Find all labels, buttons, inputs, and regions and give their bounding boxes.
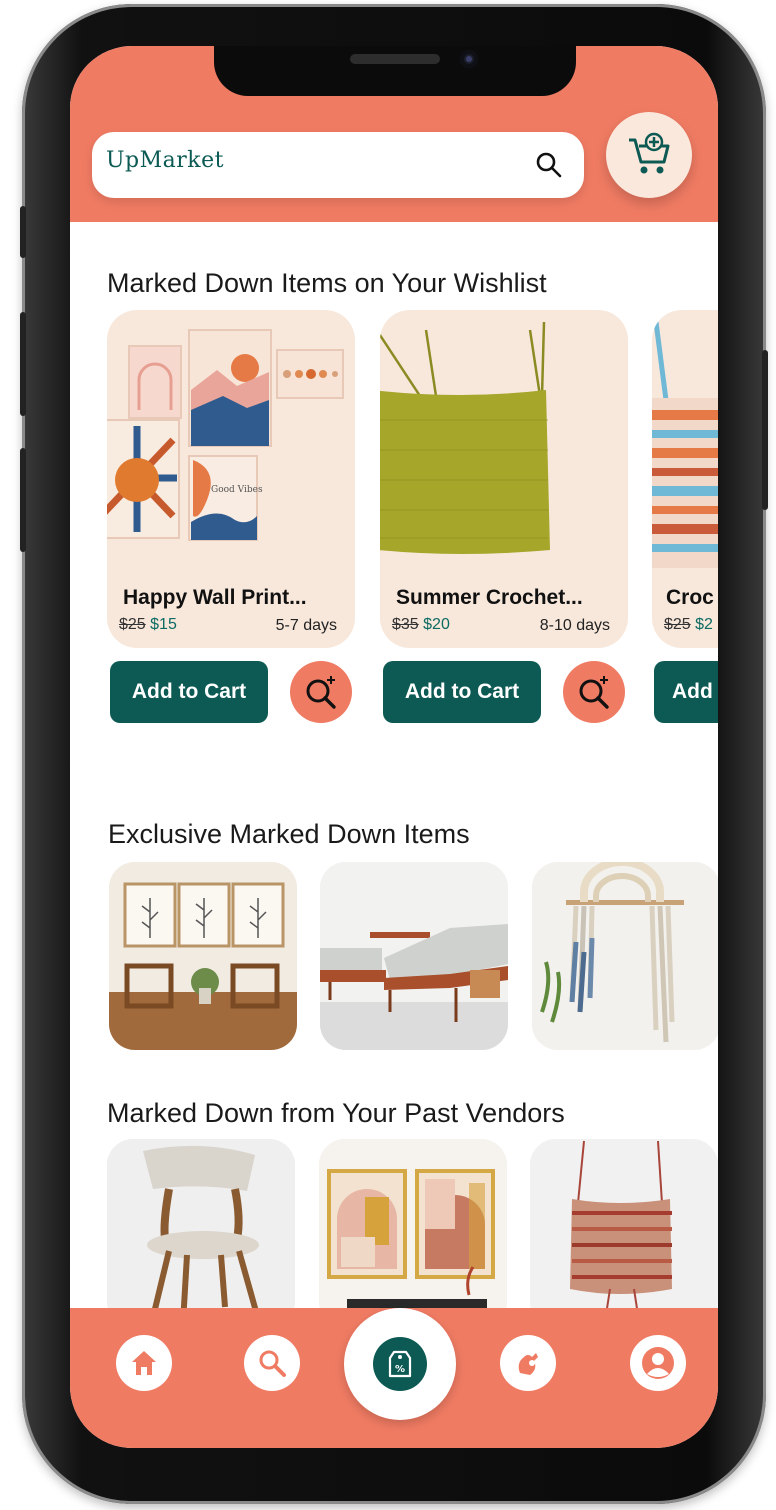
- botanical-prints-dining-image: [109, 862, 297, 1050]
- zoom-plus-icon: [579, 676, 609, 709]
- past-vendor-item-tile[interactable]: [319, 1139, 507, 1327]
- camera: [460, 50, 478, 68]
- wishlist-item-name: Summer Crochet...: [396, 586, 583, 609]
- add-to-cart-icon-button[interactable]: [606, 112, 692, 198]
- new-price: $2: [695, 616, 713, 633]
- nav-search-button[interactable]: [244, 1335, 300, 1391]
- exclusive-item-tile[interactable]: [532, 862, 718, 1050]
- nav-vendors-button[interactable]: [500, 1335, 556, 1391]
- past-vendor-item-tile[interactable]: [530, 1139, 718, 1327]
- crochet-top-image: [380, 321, 550, 554]
- zoom-plus-icon: [306, 676, 336, 709]
- wishlist-item-price: $25 $2: [664, 616, 713, 634]
- vendor-icon: [518, 1353, 538, 1375]
- phone-power-button: [762, 350, 768, 510]
- exclusive-section-title: Exclusive Marked Down Items: [108, 819, 470, 849]
- wishlist-item-price: $35 $20: [392, 616, 450, 634]
- exclusive-item-tile[interactable]: [109, 862, 297, 1050]
- striped-top-image: [652, 321, 718, 568]
- knit-tank-top-image: [530, 1139, 718, 1327]
- wood-chair-image: [107, 1139, 295, 1327]
- wishlist-card[interactable]: Croc $25 $2: [652, 310, 718, 648]
- svg-text:%: %: [395, 1364, 405, 1375]
- nav-profile-button[interactable]: [630, 1335, 686, 1391]
- app-screen: UpMarket Marked Down Items on Your Wishl…: [70, 46, 718, 1448]
- wishlist-card[interactable]: Good Vibes Happy Wall Print... $25 $15 5…: [107, 310, 355, 648]
- abstract-art-prints-image: [319, 1139, 507, 1327]
- profile-icon: [642, 1347, 674, 1379]
- search-bar[interactable]: UpMarket: [92, 132, 584, 198]
- new-price: $15: [150, 616, 177, 633]
- wishlist-card[interactable]: Summer Crochet... $35 $20 8-10 days: [380, 310, 628, 648]
- old-price: $25: [119, 616, 146, 633]
- old-price: $25: [664, 616, 691, 633]
- phone-volume-down: [20, 448, 26, 552]
- shipping-time: 8-10 days: [539, 617, 610, 634]
- phone-mute-switch: [20, 206, 26, 258]
- nav-home-button[interactable]: [116, 1335, 172, 1391]
- add-to-cart-button[interactable]: Add to Cart: [383, 661, 541, 723]
- nav-sales-badge: %: [373, 1337, 427, 1391]
- wishlist-section-title: Marked Down Items on Your Wishlist: [107, 268, 547, 298]
- wishlist-item-price: $25 $15: [119, 616, 177, 634]
- wishlist-item-name: Croc: [666, 586, 714, 609]
- add-to-cart-button[interactable]: Add: [654, 661, 718, 723]
- mid-century-sofa-image: [320, 862, 508, 1050]
- past-vendor-item-tile[interactable]: [107, 1139, 295, 1327]
- past-vendors-section-title: Marked Down from Your Past Vendors: [107, 1098, 565, 1128]
- search-icon: [259, 1350, 286, 1377]
- home-icon: [132, 1351, 156, 1375]
- phone-volume-up: [20, 312, 26, 416]
- quick-view-button[interactable]: [563, 661, 625, 723]
- add-to-cart-button[interactable]: Add to Cart: [110, 661, 268, 723]
- speaker: [350, 54, 440, 64]
- sale-tag-icon: %: [388, 1350, 412, 1378]
- wall-prints-image: Good Vibes: [107, 329, 344, 541]
- cart-plus-icon: [629, 132, 670, 174]
- macrame-wall-hanging-image: [532, 862, 718, 1050]
- phone-notch: [214, 46, 576, 96]
- shipping-time: 5-7 days: [275, 617, 337, 634]
- old-price: $35: [392, 616, 419, 633]
- app-logo: UpMarket: [106, 148, 224, 173]
- svg-text:Good Vibes: Good Vibes: [211, 485, 263, 495]
- quick-view-button[interactable]: [290, 661, 352, 723]
- nav-sales-button[interactable]: %: [344, 1308, 456, 1420]
- wishlist-item-name: Happy Wall Print...: [123, 586, 307, 609]
- search-icon[interactable]: [534, 150, 564, 180]
- exclusive-item-tile[interactable]: [320, 862, 508, 1050]
- new-price: $20: [423, 616, 450, 633]
